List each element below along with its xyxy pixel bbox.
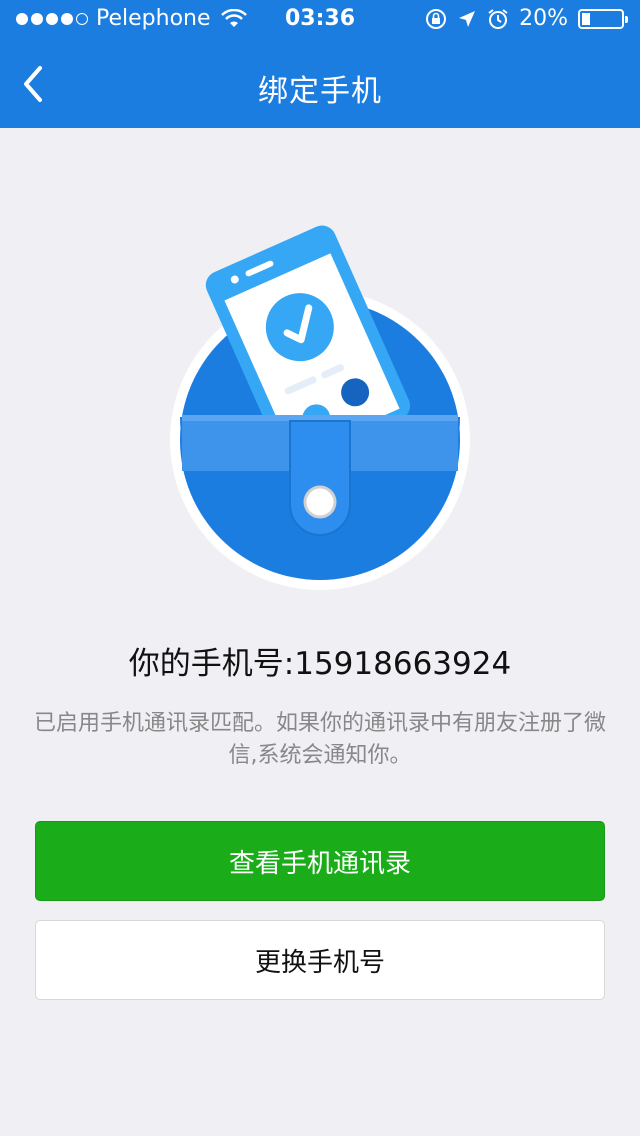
view-contacts-label: 查看手机通讯录 bbox=[228, 848, 411, 879]
contacts-match-description: 已启用手机通讯录匹配。如果你的通讯录中有朋友注册了微信,系统会通知你。 bbox=[33, 711, 606, 768]
header: Pelephone 03:36 20% 绑定手机 bbox=[0, 0, 640, 128]
page-title: 绑定手机 bbox=[258, 74, 382, 109]
change-phone-label: 更换手机号 bbox=[254, 947, 385, 978]
alarm-icon bbox=[488, 8, 508, 29]
battery-icon bbox=[578, 8, 628, 29]
status-bar: Pelephone 03:36 20% bbox=[0, 0, 640, 40]
change-phone-button[interactable]: 更换手机号 bbox=[35, 920, 605, 1000]
battery-percent: 20% bbox=[519, 6, 568, 31]
rotation-lock-icon bbox=[426, 8, 447, 29]
button-snap-icon bbox=[303, 485, 337, 519]
navigation-bar: 绑定手机 bbox=[0, 40, 640, 128]
phone-number-label: 你的手机号:15918663924 bbox=[128, 646, 512, 682]
battery-level bbox=[582, 12, 590, 25]
location-icon bbox=[459, 10, 476, 27]
status-right: 20% bbox=[425, 6, 628, 31]
view-contacts-button[interactable]: 查看手机通讯录 bbox=[35, 821, 605, 901]
phone-binding-illustration bbox=[170, 225, 470, 590]
